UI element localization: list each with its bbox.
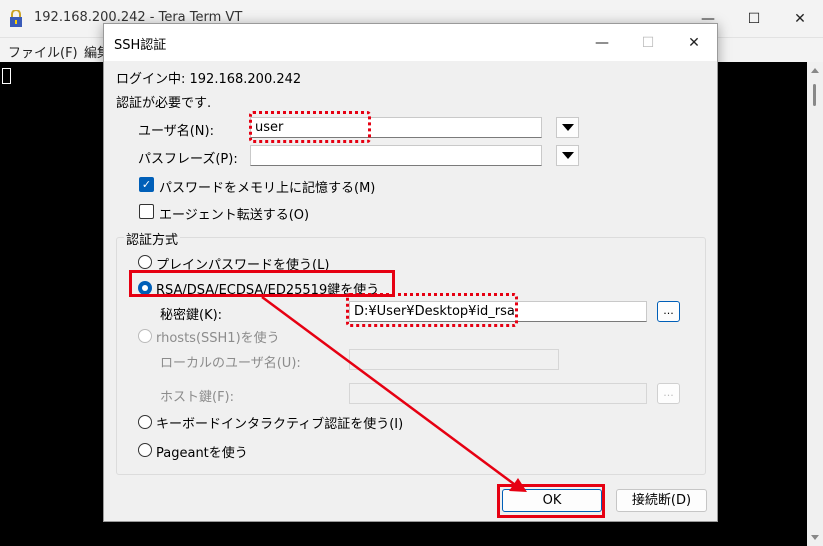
annotation-arrow-layer bbox=[261, 295, 527, 492]
annotation-arrowhead-icon bbox=[509, 478, 527, 492]
annotation-arrow-line bbox=[261, 295, 519, 489]
